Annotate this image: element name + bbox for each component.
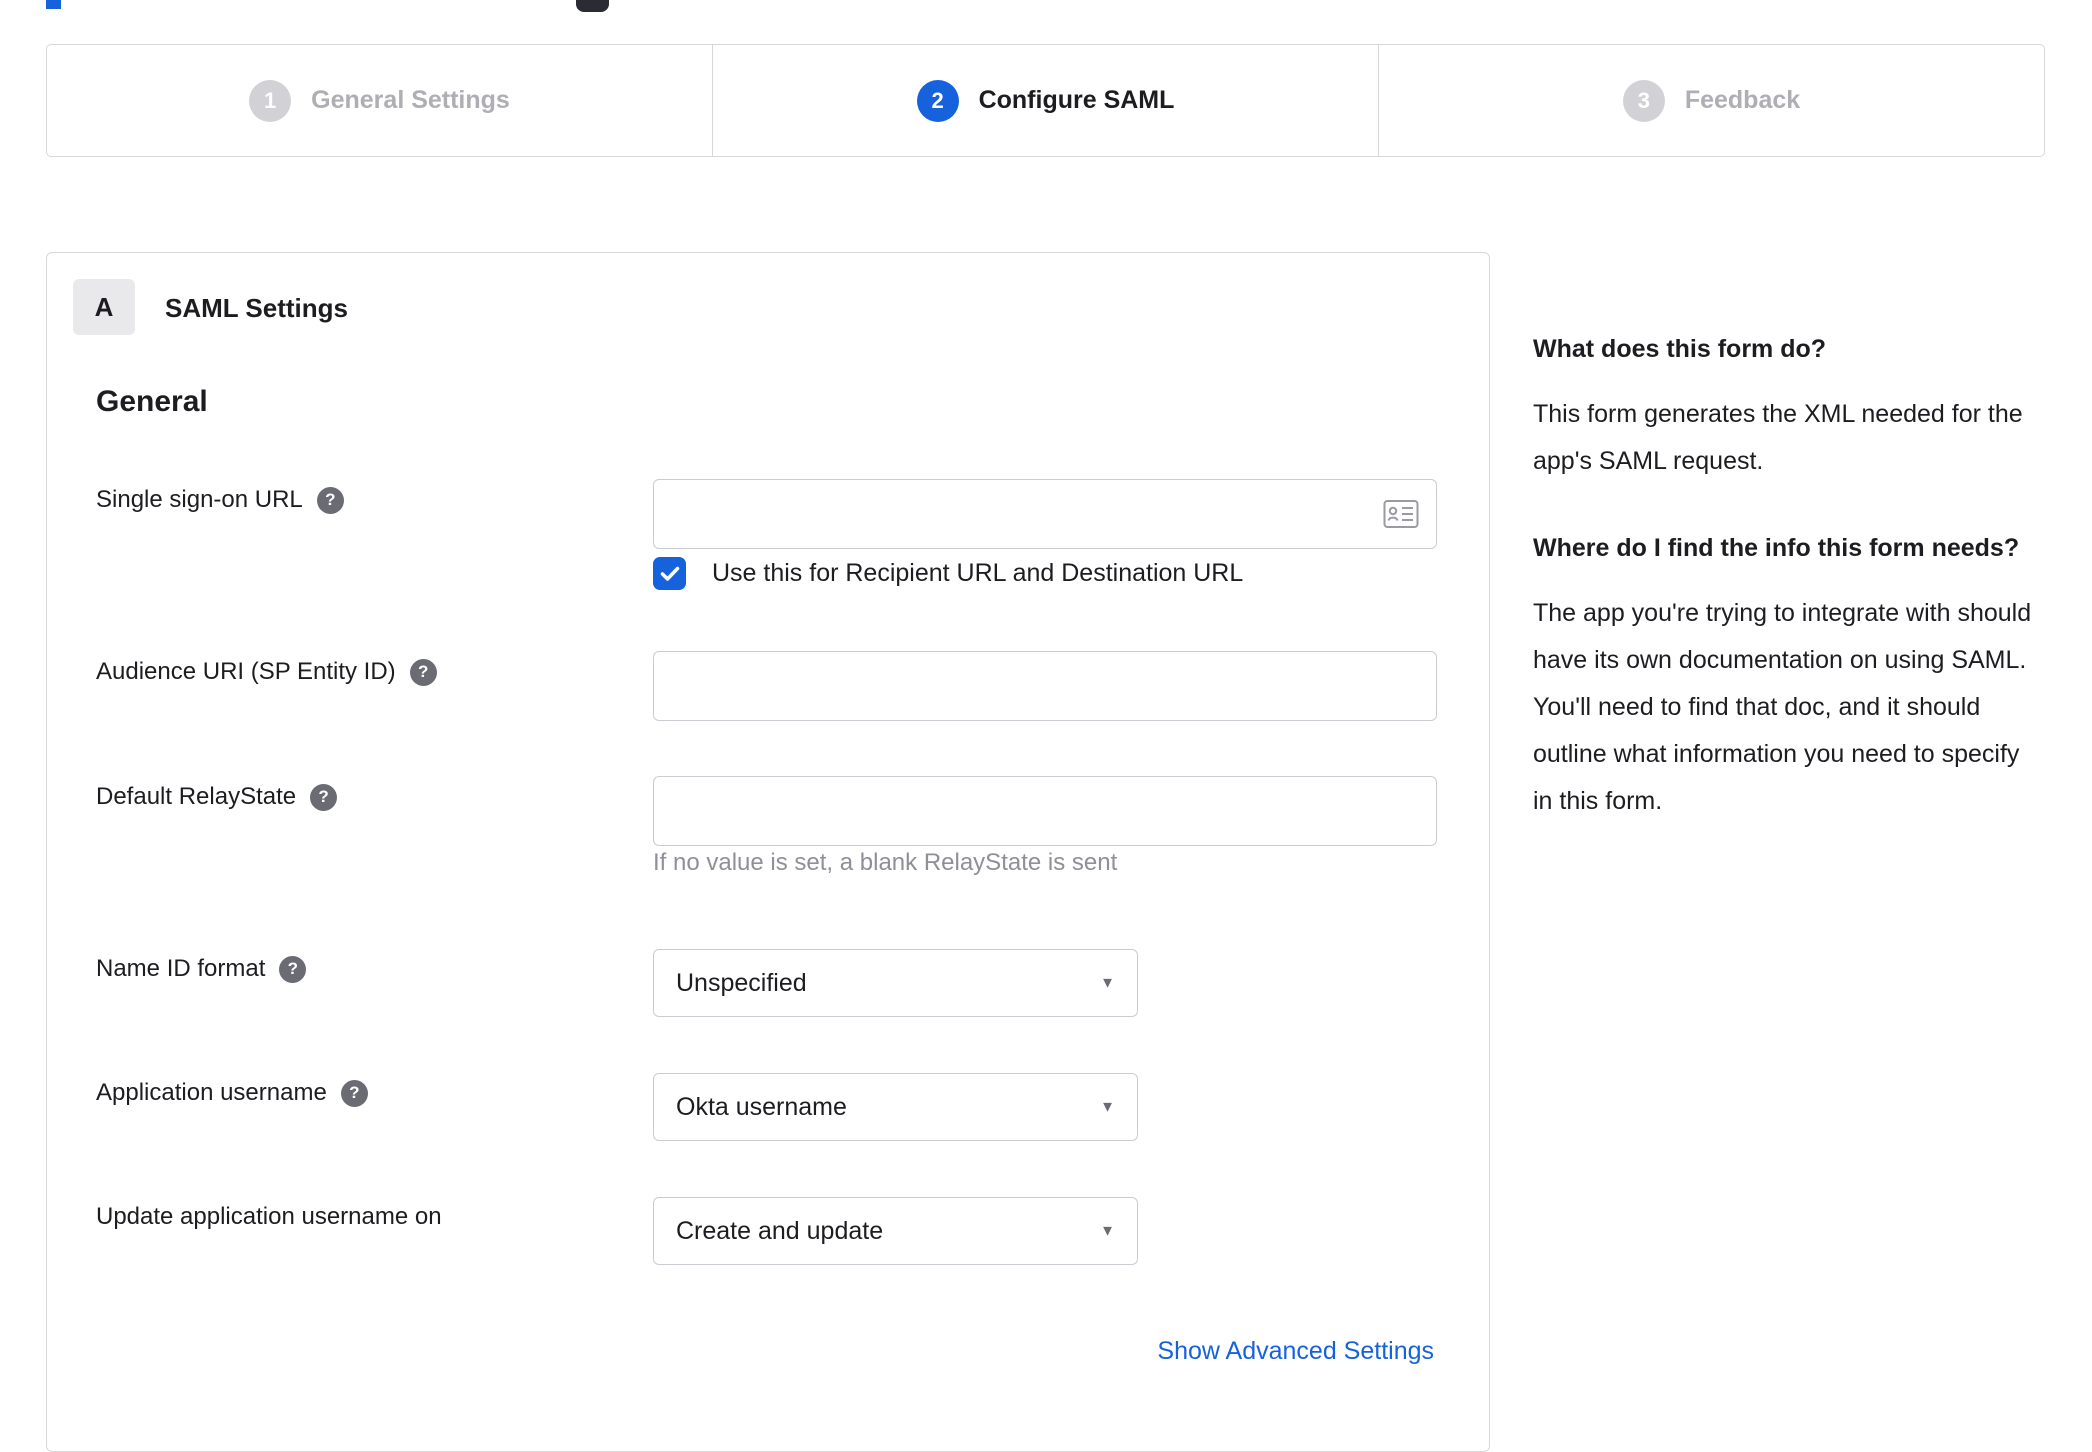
step-configure-saml[interactable]: 2 Configure SAML [712,45,1378,156]
name-id-format-label-text: Name ID format [96,955,266,982]
sso-url-label: Single sign-on URL ? [96,486,344,514]
step-label: Feedback [1684,86,1801,114]
name-id-format-label: Name ID format ? [96,955,307,983]
update-username-label: Update application username on [96,1203,442,1231]
step-general-settings[interactable]: 1 General Settings [47,45,712,156]
update-username-select[interactable]: Create and update ▼ [653,1197,1138,1265]
help-q2-title: Where do I find the info this form needs… [1533,534,2020,562]
step-number-badge: 1 [249,79,292,122]
sso-url-label-text: Single sign-on URL [96,486,303,513]
contact-card-icon[interactable] [1383,499,1419,529]
saml-settings-card: A SAML Settings General Single sign-on U… [46,252,1490,1452]
help-icon[interactable]: ? [316,486,344,514]
name-id-format-select[interactable]: Unspecified ▼ [653,949,1138,1017]
chevron-down-icon: ▼ [1100,974,1115,992]
step-feedback[interactable]: 3 Feedback [1378,45,2044,156]
section-title: SAML Settings [165,293,348,323]
section-a-badge: A [73,279,135,335]
help-q2-body: The app you're trying to integrate with … [1533,599,2032,815]
help-q1-body: This form generates the XML needed for t… [1533,400,2023,475]
application-username-label: Application username ? [96,1079,368,1107]
update-username-value: Create and update [676,1216,884,1245]
relay-state-hint: If no value is set, a blank RelayState i… [653,849,1118,876]
help-icon[interactable]: ? [409,658,437,686]
show-advanced-settings-link[interactable]: Show Advanced Settings [1157,1337,1434,1366]
cropped-app-logo-fragment [576,0,609,12]
chevron-down-icon: ▼ [1100,1222,1115,1240]
application-username-select[interactable]: Okta username ▼ [653,1073,1138,1141]
application-username-value: Okta username [676,1092,847,1121]
relay-state-label-text: Default RelayState [96,783,297,810]
recipient-url-checkbox[interactable] [653,557,686,590]
sso-url-input[interactable] [653,479,1437,549]
audience-uri-label: Audience URI (SP Entity ID) ? [96,658,437,686]
group-title-general: General [96,385,208,418]
cropped-page-title-fragment [46,0,61,9]
help-panel: What does this form do? This form genera… [1533,328,2033,867]
audience-uri-input[interactable] [653,651,1437,721]
step-number-badge: 2 [916,79,959,122]
help-icon[interactable]: ? [279,955,307,983]
help-icon[interactable]: ? [310,783,338,811]
recipient-url-checkbox-row: Use this for Recipient URL and Destinati… [653,557,1243,590]
chevron-down-icon: ▼ [1100,1098,1115,1116]
step-label: Configure SAML [978,86,1175,114]
help-q1-title: What does this form do? [1533,335,1827,363]
update-username-label-text: Update application username on [96,1203,442,1230]
application-username-label-text: Application username [96,1079,327,1106]
help-icon[interactable]: ? [340,1079,368,1107]
recipient-url-checkbox-label: Use this for Recipient URL and Destinati… [712,559,1244,587]
relay-state-label: Default RelayState ? [96,783,338,811]
name-id-format-value: Unspecified [676,968,807,997]
audience-uri-label-text: Audience URI (SP Entity ID) [96,658,396,685]
relay-state-input[interactable] [653,776,1437,846]
step-label: General Settings [311,86,510,114]
step-number-badge: 3 [1622,79,1665,122]
wizard-stepper: 1 General Settings 2 Configure SAML 3 Fe… [46,44,2045,157]
